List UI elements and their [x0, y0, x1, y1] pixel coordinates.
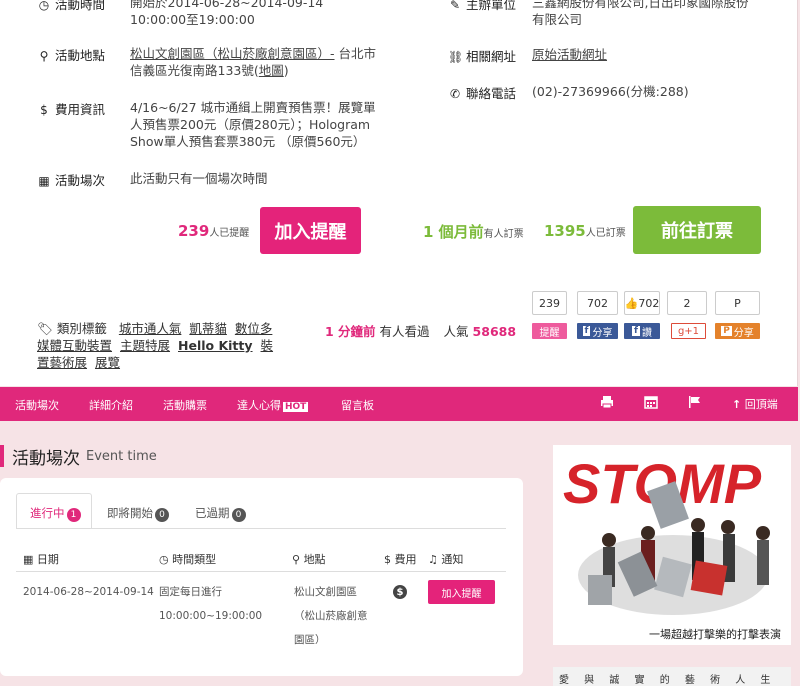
header-fee: $ 費用	[384, 553, 417, 566]
phone-icon: ✆	[449, 87, 461, 101]
row-add-reminder-button[interactable]: 加入提醒	[428, 580, 495, 604]
ongoing-count-badge: 1	[66, 508, 81, 522]
arrow-up-icon: ↑	[732, 398, 742, 411]
bell-icon: ♫	[428, 553, 438, 566]
tag-item[interactable]: 主題特展	[120, 338, 170, 353]
header-divider	[16, 571, 506, 572]
tag-item[interactable]: Hello Kitty	[178, 338, 253, 353]
tab-past[interactable]: 已過期 0	[195, 505, 246, 522]
map-marker-icon: ⚲	[39, 49, 49, 63]
nav-tickets[interactable]: 活動購票	[163, 397, 207, 413]
pinterest-icon: P	[721, 326, 732, 336]
header-place: ⚲ 地點	[292, 553, 326, 566]
flag-icon[interactable]	[688, 395, 702, 413]
clock-icon: ◷	[159, 553, 169, 566]
megaphone-icon: ✎	[449, 0, 461, 12]
thumbs-up-icon: 👍	[624, 296, 639, 310]
stomp-ad-image: STOMP 一場超越打擊樂的打擊表演	[553, 445, 791, 645]
clock-icon: ◷	[38, 0, 50, 12]
hot-badge: HOT	[283, 402, 309, 412]
tab-divider	[16, 528, 506, 529]
sessions-value: 此活動只有一個場次時間	[130, 171, 268, 186]
nav-sessions[interactable]: 活動場次	[15, 397, 59, 413]
time-label: ◷ 活動時間	[38, 0, 106, 12]
fb-share-button[interactable]: f 分享	[577, 323, 618, 339]
stomp-ad[interactable]: STOMP 一場超越打擊樂的打擊表演	[553, 445, 791, 645]
phone-label: ✆ 聯絡電話	[449, 86, 517, 101]
tab-ongoing[interactable]: 進行中 1	[30, 505, 81, 522]
upcoming-count-badge: 0	[155, 508, 169, 522]
tag-item[interactable]: 展覽	[95, 355, 120, 370]
add-reminder-button[interactable]: 加入提醒	[260, 207, 361, 254]
nav-details[interactable]: 詳細介紹	[89, 397, 133, 413]
tags-label: 類別標籤	[56, 321, 107, 336]
ordered-recent: 1 個月前有人訂票	[423, 223, 524, 241]
remind-counter: 239	[532, 291, 567, 315]
past-count-badge: 0	[231, 508, 246, 522]
facebook-icon: f	[582, 326, 591, 336]
second-ad[interactable]: 愛 與 誠 實 的 藝 術 人 生	[553, 667, 791, 686]
header-notify: ♫ 通知	[428, 553, 464, 566]
fb-share-counter: 702	[577, 291, 618, 315]
url-label: ⛓ 相關網址	[448, 49, 517, 64]
fee-label: $ 費用資訊	[37, 99, 105, 118]
organizer-value: 三鑫網股份有限公司,日出印象國際股份 有限公司	[532, 0, 749, 27]
map-marker-icon: ⚲	[292, 553, 301, 566]
original-url-link[interactable]: 原始活動網址	[532, 47, 607, 62]
organizer-label: ✎ 主辦單位	[449, 0, 517, 12]
pinterest-counter: P	[715, 291, 760, 315]
fee-value: 4/16~6/27 城市通緝上開賣預售票！展覽單人預售票200元（原價280元）…	[130, 100, 376, 149]
place-label: ⚲ 活動地點	[37, 45, 105, 64]
fee-dollar-icon: $	[393, 585, 407, 599]
calendar-icon: ▦	[23, 553, 34, 566]
calendar-icon: ▦	[38, 174, 50, 188]
ad-caption: 一場超越打擊樂的打擊表演	[649, 627, 781, 641]
time-value: 開始於2014-06-28~2014-09-14 10:00:00至19:00:…	[130, 0, 324, 27]
url-value: 原始活動網址	[532, 46, 607, 63]
dollar-icon: $	[384, 553, 391, 566]
buy-ticket-button[interactable]: 前往訂票	[633, 206, 761, 254]
venue-link[interactable]: 松山文創園區（松山菸廠創意園區）-	[130, 46, 335, 61]
fb-like-button[interactable]: f讚	[624, 323, 660, 339]
gplus-button[interactable]: g +1	[671, 323, 706, 339]
sessions-label: ▦ 活動場次	[38, 173, 106, 188]
map-link[interactable]: 地圖	[259, 63, 284, 78]
section-title: 活動場次 Event time	[0, 445, 157, 469]
tab-upcoming[interactable]: 即將開始 0	[107, 505, 169, 522]
print-icon[interactable]	[600, 395, 614, 413]
calendar-icon[interactable]	[644, 395, 658, 413]
link-icon: ⛓	[448, 50, 464, 64]
header-time-type: ◷ 時間類型	[159, 553, 217, 566]
viewed-info: 1 分鐘前 有人看過 人氣 58688	[325, 324, 517, 339]
place-value: 松山文創園區（松山菸廠創意園區）- 台北市 信義區光復南路133號(地圖)	[130, 46, 376, 78]
remind-count: 239人已提醒	[178, 222, 250, 240]
event-info-card: ◷ 活動時間 開始於2014-06-28~2014-09-14 10:00:00至…	[0, 0, 798, 386]
header-date: ▦ 日期	[23, 553, 59, 566]
tag-item[interactable]: 凱蒂貓	[189, 321, 227, 336]
fb-like-counter: 👍 702	[624, 291, 660, 315]
pinterest-share-button[interactable]: P 分享	[715, 323, 760, 339]
facebook-icon: f	[632, 326, 640, 336]
phone-value: (02)-27369966(分機:288)	[532, 84, 689, 99]
back-to-top-button[interactable]: ↑ 回頂端	[732, 396, 778, 412]
nav-reviews[interactable]: 達人心得 HOT	[237, 397, 309, 413]
gplus-counter: 2	[667, 291, 707, 315]
category-tags: 🏷 類別標籤 城市通人氣 凱蒂貓 數位多媒體互動裝置 主題特展 Hello Ki…	[37, 320, 282, 371]
row-type: 固定每日進行 10:00:00~19:00:00	[159, 586, 263, 622]
row-date: 2014-06-28~2014-09-14	[23, 586, 154, 598]
ordered-count: 1395人已訂票	[544, 222, 626, 240]
nav-comments[interactable]: 留言板	[341, 397, 374, 413]
row-place: 松山文創園區 （松山菸廠創意 園區）	[294, 586, 368, 646]
event-nav-bar: 活動場次 詳細介紹 活動購票 達人心得 HOT 留言板 ↑ 回頂端	[0, 387, 798, 421]
dollar-icon: $	[40, 103, 48, 117]
tag-item[interactable]: 城市通人氣	[119, 321, 182, 336]
tag-icon: 🏷	[37, 321, 53, 336]
remind-share-button[interactable]: 提醒	[532, 323, 567, 339]
